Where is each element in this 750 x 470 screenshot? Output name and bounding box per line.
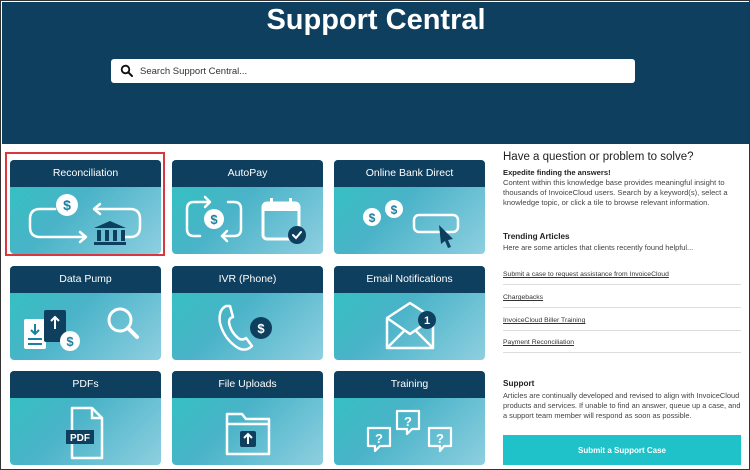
tile-file-uploads[interactable]: File Uploads xyxy=(172,371,323,465)
trending-heading: Trending Articles xyxy=(503,232,570,241)
notification-badge: 1 xyxy=(424,315,430,327)
page-title: Support Central xyxy=(266,4,486,36)
tile-label: Training xyxy=(334,371,485,398)
pdf-file-icon: PDF xyxy=(66,406,104,460)
tile-label: Online Bank Direct xyxy=(334,160,485,187)
tile-training[interactable]: Training ? ? ? xyxy=(334,371,485,465)
selection-highlight xyxy=(5,152,165,256)
support-central-page: Support Central Reconciliation $ xyxy=(0,0,750,470)
tile-pdfs[interactable]: PDFs PDF xyxy=(10,371,161,465)
support-heading: Support xyxy=(503,379,535,388)
search-input[interactable] xyxy=(140,60,635,82)
sidebar-intro: Have a question or problem to solve? Exp… xyxy=(503,151,743,208)
svg-text:$: $ xyxy=(391,203,398,217)
tile-data-pump[interactable]: Data Pump $ xyxy=(10,266,161,360)
search-icon xyxy=(120,64,133,77)
svg-text:?: ? xyxy=(404,414,412,429)
autopay-calendar-icon: $ xyxy=(185,195,306,244)
folder-upload-icon xyxy=(225,412,271,456)
bank-direct-cursor-icon: $ $ xyxy=(363,200,460,248)
pdf-label: PDF xyxy=(70,433,90,444)
submit-support-case-button[interactable]: Submit a Support Case xyxy=(503,435,741,465)
svg-text:$: $ xyxy=(66,334,74,349)
trending-link-payment-reconciliation[interactable]: Payment Reconciliation xyxy=(503,339,741,353)
svg-text:?: ? xyxy=(375,431,383,446)
question-bubbles-icon: ? ? ? xyxy=(366,409,453,453)
data-pump-icon: $ xyxy=(24,307,139,351)
search-bar[interactable] xyxy=(111,59,635,83)
support-text: Articles are continually developed and r… xyxy=(503,391,741,420)
hero-banner: Support Central xyxy=(2,2,749,144)
tile-ivr-phone[interactable]: IVR (Phone) $ xyxy=(172,266,323,360)
tile-label: PDFs xyxy=(10,371,161,398)
tile-label: Data Pump xyxy=(10,266,161,293)
tile-label: Email Notifications xyxy=(334,266,485,293)
tile-autopay[interactable]: AutoPay $ xyxy=(172,160,323,254)
trending-link-chargebacks[interactable]: Chargebacks xyxy=(503,294,741,308)
trending-link-submit-case[interactable]: Submit a case to request assistance from… xyxy=(503,271,741,285)
svg-text:?: ? xyxy=(436,431,444,446)
sidebar-subheading: Expedite finding the answers! xyxy=(503,168,611,177)
tile-label: AutoPay xyxy=(172,160,323,187)
tile-email-notifications[interactable]: Email Notifications 1 xyxy=(334,266,485,360)
envelope-notification-icon: 1 xyxy=(385,301,436,350)
tile-label: IVR (Phone) xyxy=(172,266,323,293)
svg-text:$: $ xyxy=(257,321,265,336)
tile-online-bank-direct[interactable]: Online Bank Direct $ $ xyxy=(334,160,485,254)
sidebar-heading: Have a question or problem to solve? xyxy=(503,151,694,163)
trending-link-biller-training[interactable]: InvoiceCloud Biller Training xyxy=(503,317,741,331)
trending-intro: Here are some articles that clients rece… xyxy=(503,243,694,252)
phone-dollar-icon: $ xyxy=(218,304,272,351)
tile-label: File Uploads xyxy=(172,371,323,398)
svg-text:$: $ xyxy=(210,212,218,227)
svg-text:$: $ xyxy=(369,211,376,225)
sidebar-intro-text: Content within this knowledge base provi… xyxy=(503,178,728,207)
